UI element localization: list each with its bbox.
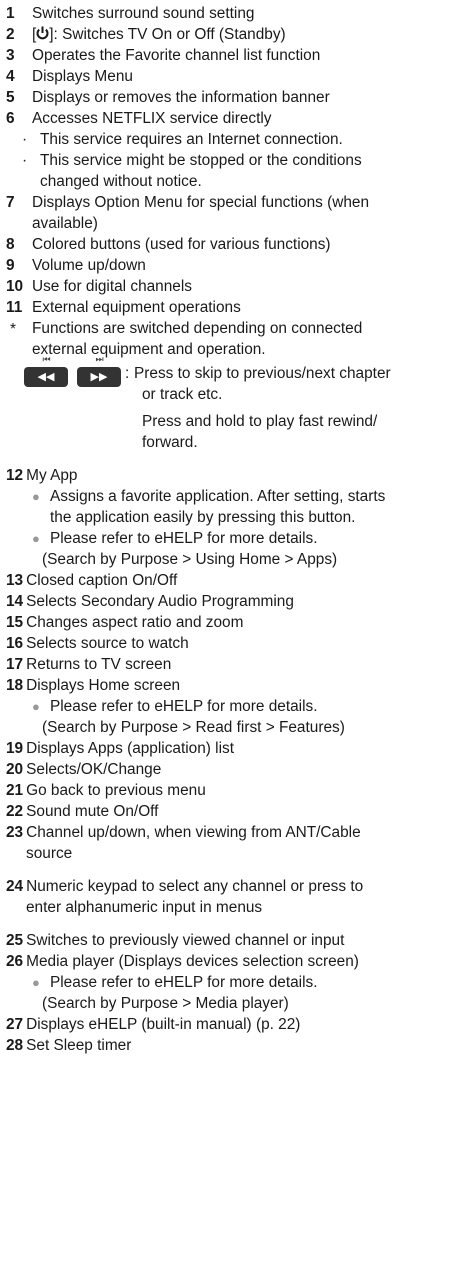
- item-24: 24 Numeric keypad to select any channel o…: [6, 878, 364, 895]
- note-6-2: · This service might be stopped or the co…: [22, 152, 362, 169]
- note-12-2-search: (Search by Purpose > Using Home > Apps): [42, 551, 338, 568]
- skip-buttons-note: ⏮ ◀◀ ⏭ ▶▶ : Press to skip to previous/next…: [6, 355, 461, 387]
- item-11: 11 External equipment operations: [6, 299, 241, 316]
- skip-note-line-3: Press and hold to play fast rewind/: [142, 413, 378, 430]
- item-23-cont: source: [26, 845, 73, 862]
- item-6: 6 Accesses NETFLIX service directly: [6, 110, 272, 127]
- item-17: 17 Returns to TV screen: [6, 656, 172, 673]
- item-23: 23 Channel up/down, when viewing from ANT…: [6, 824, 361, 841]
- item-13: 13 Closed caption On/Off: [6, 572, 178, 589]
- item-1: 1 Switches surround sound setting: [6, 5, 255, 22]
- item-24-cont: enter alphanumeric input in menus: [26, 899, 263, 916]
- remote-functions-list: 1 Switches surround sound setting 2[]: Sw…: [0, 0, 461, 1056]
- note-26-search: (Search by Purpose > Media player): [42, 995, 289, 1012]
- power-icon: [36, 26, 49, 40]
- skip-note-line-4: forward.: [142, 434, 198, 451]
- item-12: 12 My App: [6, 467, 78, 484]
- skip-next-icon: ⏭ ▶▶: [77, 355, 121, 387]
- item-9: 9 Volume up/down: [6, 257, 146, 274]
- skip-note-line-2: or track etc.: [142, 386, 223, 403]
- note-11-asterisk-cont: external equipment and operation.: [32, 341, 266, 358]
- item-5: 5 Displays or removes the information ban…: [6, 89, 330, 106]
- item-26: 26 Media player (Displays devices selecti…: [6, 953, 359, 970]
- skip-previous-icon: ⏮ ◀◀: [24, 355, 68, 387]
- item-20: 20 Selects/OK/Change: [6, 761, 162, 778]
- item-4: 4 Displays Menu: [6, 68, 133, 85]
- note-6-1: · This service requires an Internet conne…: [22, 131, 343, 148]
- item-18: 18 Displays Home screen: [6, 677, 181, 694]
- note-12-2: ● Please refer to eHELP for more details.: [32, 530, 318, 547]
- note-11-asterisk: * Functions are switched depending on con…: [10, 320, 363, 338]
- item-21: 21 Go back to previous menu: [6, 782, 206, 799]
- item-2: 2[]: Switches TV On or Off (Standby): [6, 26, 286, 43]
- note-18-search: (Search by Purpose > Read first > Featur…: [42, 719, 345, 736]
- item-8: 8 Colored buttons (used for various funct…: [6, 236, 331, 253]
- item-7-cont: available): [32, 215, 98, 232]
- item-15: 15 Changes aspect ratio and zoom: [6, 614, 244, 631]
- note-26-1: ● Please refer to eHELP for more details.: [32, 974, 318, 991]
- note-12-1-cont: the application easily by pressing this …: [50, 509, 356, 526]
- item-16: 16 Selects source to watch: [6, 635, 189, 652]
- item-10: 10 Use for digital channels: [6, 278, 192, 295]
- item-27: 27 Displays eHELP (built-in manual) (p. 2…: [6, 1016, 301, 1033]
- item-19: 19 Displays Apps (application) list: [6, 740, 234, 757]
- note-18-1: ● Please refer to eHELP for more details.: [32, 698, 318, 715]
- item-22: 22 Sound mute On/Off: [6, 803, 159, 820]
- note-12-1: ● Assigns a favorite application. After s…: [32, 488, 386, 505]
- item-3: 3 Operates the Favorite channel list func…: [6, 47, 321, 64]
- item-7: 7 Displays Option Menu for special functi…: [6, 194, 370, 211]
- item-25: 25 Switches to previously viewed channel …: [6, 932, 345, 949]
- item-28: 28 Set Sleep timer: [6, 1037, 132, 1054]
- item-14: 14 Selects Secondary Audio Programming: [6, 593, 294, 610]
- note-6-2-cont: changed without notice.: [40, 173, 202, 190]
